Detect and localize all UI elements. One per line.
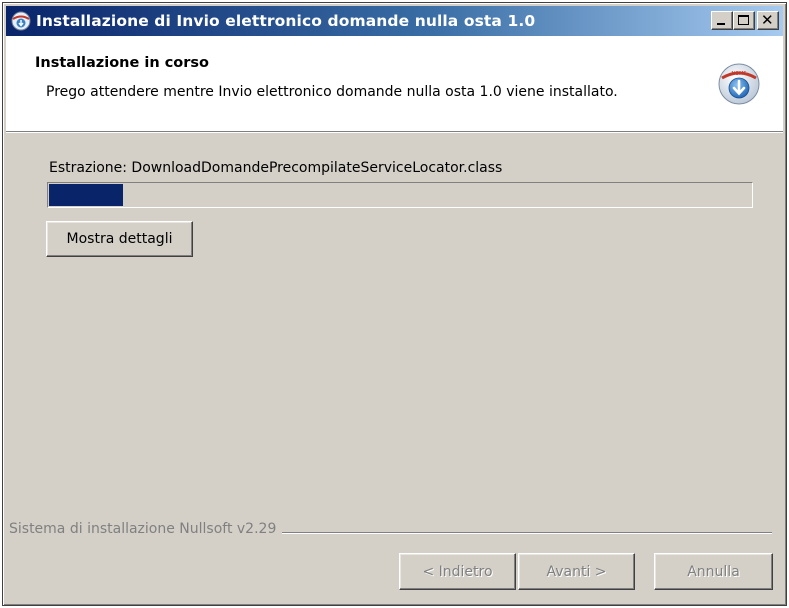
- installer-window: Installazione di Invio elettronico doman…: [2, 2, 787, 606]
- progress-bar: [47, 182, 753, 208]
- close-button[interactable]: ✕: [757, 11, 779, 30]
- header-panel: Installazione in corso Prego attendere m…: [6, 36, 783, 132]
- back-button[interactable]: < Indietro: [399, 553, 516, 590]
- minimize-button[interactable]: [711, 11, 733, 30]
- progress-status-text: Estrazione: DownloadDomandePrecompilateS…: [49, 160, 503, 176]
- installer-globe-download-icon: NOME: [718, 63, 760, 105]
- maximize-icon: [738, 15, 749, 25]
- progress-fill: [49, 184, 123, 206]
- nsis-branding: Sistema di installazione Nullsoft v2.29: [9, 521, 283, 537]
- badge-text: NOME: [731, 71, 746, 77]
- cancel-button[interactable]: Annulla: [654, 553, 773, 590]
- minimize-icon: [717, 23, 725, 25]
- maximize-button[interactable]: [733, 11, 755, 30]
- window-controls: ✕: [711, 11, 779, 30]
- next-button[interactable]: Avanti >: [518, 553, 635, 590]
- page-subtitle: Prego attendere mentre Invio elettronico…: [46, 84, 618, 100]
- title-bar[interactable]: Installazione di Invio elettronico doman…: [6, 6, 783, 36]
- show-details-button[interactable]: Mostra dettagli: [46, 221, 193, 257]
- installer-globe-icon: [11, 11, 31, 31]
- close-icon: ✕: [761, 11, 774, 29]
- page-title: Installazione in corso: [35, 55, 210, 71]
- window-title: Installazione di Invio elettronico doman…: [36, 12, 536, 30]
